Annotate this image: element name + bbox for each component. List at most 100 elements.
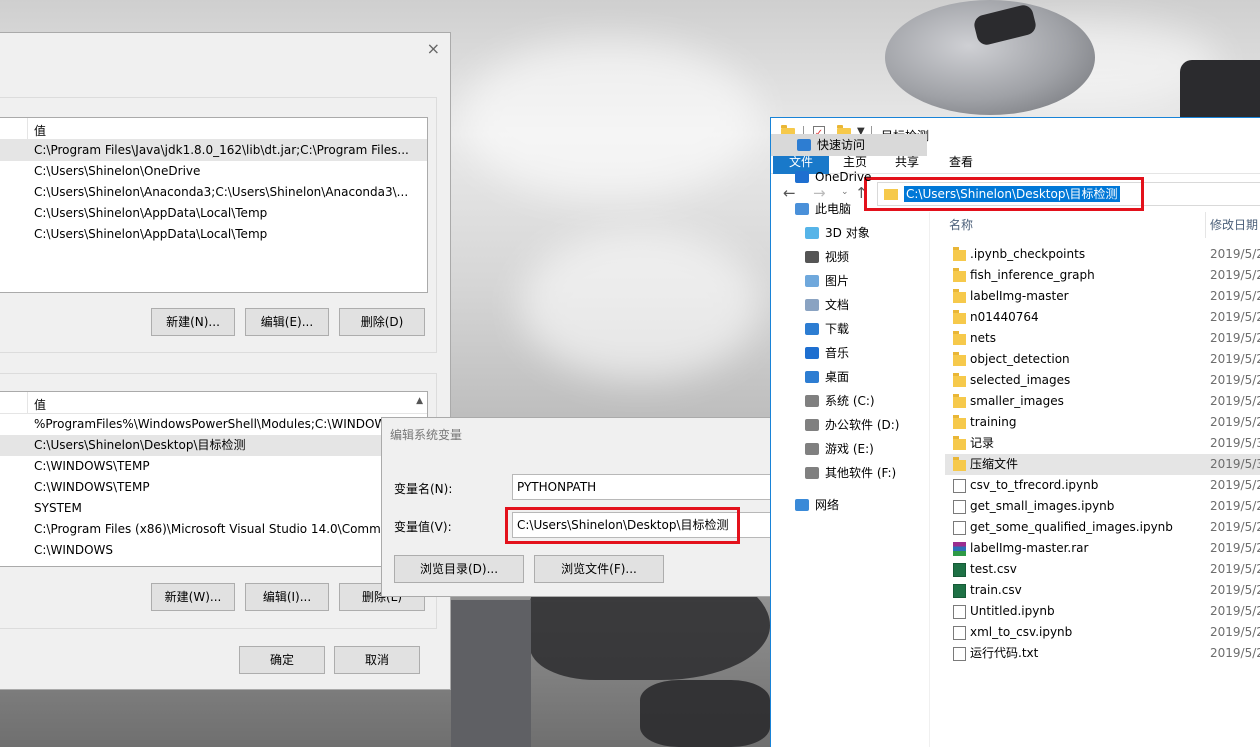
table-row[interactable]: SYSTEM <box>0 498 427 519</box>
file-list-item[interactable]: 压缩文件 2019/5/3 <box>945 454 1260 475</box>
file-list-item[interactable]: test.csv 2019/5/2 <box>945 559 1260 580</box>
cube-icon <box>805 227 819 239</box>
table-row[interactable]: C:\WINDOWS\TEMP <box>0 477 427 498</box>
column-divider[interactable] <box>1205 212 1206 238</box>
file-list-item[interactable]: labelImg-master 2019/5/2 <box>945 286 1260 307</box>
file-date: 2019/5/2 <box>1210 541 1260 555</box>
file-icon <box>953 605 966 619</box>
table-row[interactable]: C:\Users\Shinelon\AppData\Local\Temp <box>0 203 427 224</box>
nav-item-label: 3D 对象 <box>825 226 870 240</box>
nav-item-label: 音乐 <box>825 346 850 360</box>
file-list-item[interactable]: labelImg-master.rar 2019/5/2 <box>945 538 1260 559</box>
close-icon[interactable]: × <box>427 39 440 58</box>
user-new-button[interactable]: 新建(N)... <box>151 308 235 336</box>
nav-item[interactable]: 图片 <box>771 270 930 292</box>
excel-file-icon <box>953 584 966 598</box>
table-row[interactable]: C:\Users\Shinelon\Desktop\目标检测 <box>0 435 427 456</box>
file-list-item[interactable]: selected_images 2019/5/2 <box>945 370 1260 391</box>
table-row[interactable]: C:\WINDOWS\TEMP <box>0 456 427 477</box>
folder-icon <box>953 415 966 429</box>
name-column-header[interactable]: 名称 <box>949 216 973 233</box>
variable-name-input[interactable]: PYTHONPATH <box>512 474 792 500</box>
system-variables-table[interactable]: 值 ▲ %ProgramFiles%\WindowsPowerShell\Mod… <box>0 391 428 567</box>
file-list-item[interactable]: training 2019/5/2 <box>945 412 1260 433</box>
file-list-item[interactable]: 记录 2019/5/3 <box>945 433 1260 454</box>
scroll-up-icon[interactable]: ▲ <box>416 396 423 406</box>
nav-item[interactable]: 其他软件 (F:) <box>771 462 930 484</box>
nav-item[interactable]: 此电脑 <box>771 198 930 220</box>
system-edit-button[interactable]: 编辑(I)... <box>245 583 329 611</box>
nav-item[interactable]: 视频 <box>771 246 930 268</box>
file-name: 运行代码.txt <box>970 646 1039 660</box>
folder-icon <box>953 289 966 303</box>
nav-item[interactable]: 文档 <box>771 294 930 316</box>
file-list-item[interactable]: .ipynb_checkpoints 2019/5/2 <box>945 244 1260 265</box>
nav-item[interactable]: 办公软件 (D:) <box>771 414 930 436</box>
table-row[interactable]: %ProgramFiles%\WindowsPowerShell\Modules… <box>0 414 427 435</box>
file-list-item[interactable]: get_small_images.ipynb 2019/5/2 <box>945 496 1260 517</box>
cancel-button[interactable]: 取消 <box>334 646 420 674</box>
file-list-item[interactable]: 运行代码.txt 2019/5/2 <box>945 643 1260 664</box>
archive-icon <box>953 542 966 556</box>
file-name: fish_inference_graph <box>970 268 1095 282</box>
nav-item[interactable]: 快速访问 <box>771 134 927 156</box>
file-list-item[interactable]: xml_to_csv.ipynb 2019/5/2 <box>945 622 1260 643</box>
file-name: xml_to_csv.ipynb <box>970 625 1073 639</box>
recent-locations-icon[interactable]: ⌄ <box>841 187 849 197</box>
nav-item[interactable]: 系统 (C:) <box>771 390 930 412</box>
table-row[interactable]: C:\Users\Shinelon\Anaconda3;C:\Users\Shi… <box>0 182 427 203</box>
file-list-item[interactable]: fish_inference_graph 2019/5/2 <box>945 265 1260 286</box>
file-name: 压缩文件 <box>970 457 1019 471</box>
file-list-item[interactable]: nets 2019/5/2 <box>945 328 1260 349</box>
file-list-item[interactable]: train.csv 2019/5/2 <box>945 580 1260 601</box>
table-row[interactable]: C:\Users\Shinelon\AppData\Local\Temp <box>0 224 427 245</box>
user-variables-table[interactable]: 值 C:\Program Files\Java\jdk1.8.0_162\lib… <box>0 117 428 293</box>
nav-item[interactable]: 桌面 <box>771 366 930 388</box>
file-list-item[interactable]: Untitled.ipynb 2019/5/2 <box>945 601 1260 622</box>
nav-item[interactable]: 下载 <box>771 318 930 340</box>
table-row[interactable]: C:\Users\Shinelon\OneDrive <box>0 161 427 182</box>
file-list-item[interactable]: csv_to_tfrecord.ipynb 2019/5/2 <box>945 475 1260 496</box>
table-row[interactable]: C:\WINDOWS <box>0 540 427 561</box>
user-edit-button[interactable]: 编辑(E)... <box>245 308 329 336</box>
drive-icon <box>805 443 819 455</box>
table-row[interactable]: C:\Program Files (x86)\Microsoft Visual … <box>0 519 427 540</box>
dialog-title: 编辑系统变量 <box>390 428 463 442</box>
file-list-item[interactable]: n01440764 2019/5/2 <box>945 307 1260 328</box>
browse-file-button[interactable]: 浏览文件(F)... <box>534 555 664 583</box>
document-icon <box>805 299 819 311</box>
file-date: 2019/5/3 <box>1210 436 1260 450</box>
tab-view[interactable]: 查看 <box>941 150 981 174</box>
ok-button[interactable]: 确定 <box>239 646 325 674</box>
nav-item[interactable]: 3D 对象 <box>771 222 930 244</box>
nav-item[interactable]: 游戏 (E:) <box>771 438 930 460</box>
file-date: 2019/5/2 <box>1210 394 1260 408</box>
nav-item[interactable]: 音乐 <box>771 342 930 364</box>
date-column-header[interactable]: 修改日期 <box>1210 216 1258 233</box>
file-name: .ipynb_checkpoints <box>970 247 1086 261</box>
nav-item[interactable]: OneDrive <box>771 166 930 188</box>
folder-icon <box>953 268 966 282</box>
file-icon <box>953 626 966 640</box>
table-row[interactable]: C:\Program Files\Java\jdk1.8.0_162\lib\d… <box>0 140 427 161</box>
file-list-item[interactable]: smaller_images 2019/5/2 <box>945 391 1260 412</box>
variable-name-label: 变量名(N): <box>394 482 453 496</box>
folder-icon <box>953 436 966 450</box>
file-name: csv_to_tfrecord.ipynb <box>970 478 1099 492</box>
nav-item[interactable]: 网络 <box>771 494 930 516</box>
browse-directory-button[interactable]: 浏览目录(D)... <box>394 555 524 583</box>
file-date: 2019/5/2 <box>1210 520 1260 534</box>
drive-icon <box>805 467 819 479</box>
folder-icon <box>953 331 966 345</box>
value-column-header[interactable]: 值 <box>34 396 46 413</box>
folder-icon <box>953 394 966 408</box>
file-name: object_detection <box>970 352 1070 366</box>
system-new-button[interactable]: 新建(W)... <box>151 583 235 611</box>
value-column-header[interactable]: 值 <box>34 122 46 139</box>
file-list-item[interactable]: get_some_qualified_images.ipynb 2019/5/2 <box>945 517 1260 538</box>
user-delete-button[interactable]: 删除(D) <box>339 308 425 336</box>
file-name: training <box>970 415 1017 429</box>
excel-file-icon <box>953 563 966 577</box>
file-list-item[interactable]: object_detection 2019/5/2 <box>945 349 1260 370</box>
nav-item-label: 办公软件 (D:) <box>825 418 900 432</box>
